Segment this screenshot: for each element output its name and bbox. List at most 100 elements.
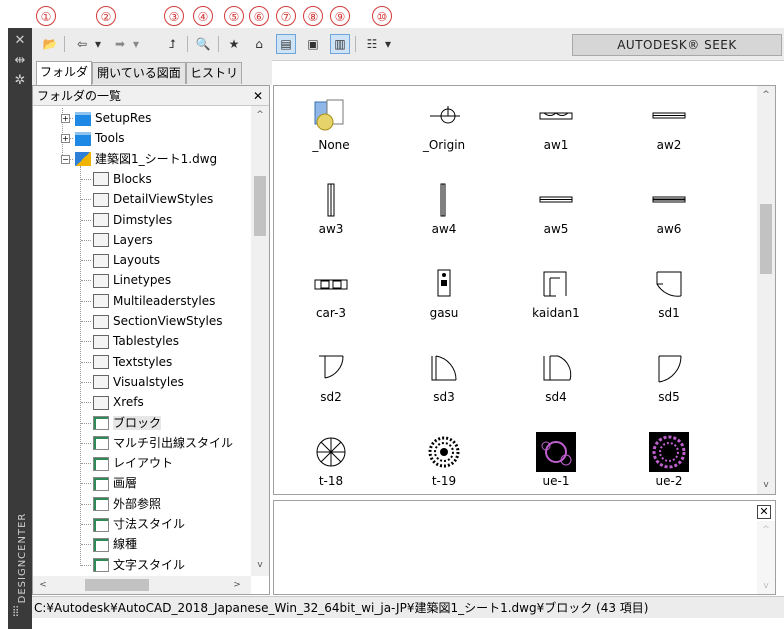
block-item[interactable]: t-19 [404, 428, 484, 508]
tree-item[interactable]: 外部参照 [81, 494, 161, 514]
properties-icon[interactable]: ✲ [8, 72, 32, 90]
tree-item[interactable]: 線種 [81, 534, 137, 554]
palette-title: DESIGNCENTER [17, 512, 28, 604]
tree-item[interactable]: Dimstyles [81, 210, 172, 230]
folder-list-header: フォルダの一覧 ✕ [33, 86, 269, 106]
block-item[interactable]: aw2 [629, 92, 709, 172]
block-item[interactable]: sd1 [629, 260, 709, 340]
block-item[interactable]: ue-2 [629, 428, 709, 508]
tree-item[interactable]: + Tools [61, 128, 125, 148]
scroll-right-icon[interactable]: > [229, 578, 245, 592]
layouts-icon [93, 253, 109, 268]
block-item[interactable]: _Origin [404, 92, 484, 172]
close-palette-icon[interactable]: ✕ [8, 32, 32, 50]
views-dropdown-icon[interactable]: ▾ [382, 34, 394, 54]
autohide-icon[interactable]: ⇹ [8, 52, 32, 70]
tree-expander-icon[interactable]: + [61, 134, 70, 144]
block-item[interactable]: t-18 [291, 428, 371, 508]
tree-item-label: Xrefs [113, 395, 144, 410]
tree-item-label: 画層 [113, 476, 138, 491]
home-icon[interactable]: ⌂ [249, 34, 269, 54]
block-item[interactable]: gasu [404, 260, 484, 340]
tree-item[interactable]: Linetypes [81, 270, 171, 290]
tree-item-label: マルチ引出線スタイル [113, 435, 234, 450]
tab-history[interactable]: ヒストリ [186, 62, 242, 84]
preview-scrollbar[interactable]: ^ v [757, 521, 775, 594]
tree-item[interactable]: Layers [81, 230, 153, 250]
tree-vertical-scrollbar[interactable]: ^ v [251, 106, 269, 576]
tree-item[interactable]: 寸法スタイル [81, 514, 185, 534]
scroll-down-icon[interactable]: v [758, 478, 774, 492]
tree-item[interactable]: − 建築図1_シート1.dwg [61, 149, 217, 169]
views-icon[interactable]: ☷ [362, 34, 382, 54]
palette-scroll-thumb[interactable] [760, 204, 772, 274]
tree-item[interactable]: ブロック [81, 413, 162, 433]
tree-item[interactable]: Multileaderstyles [81, 291, 215, 311]
tree-connector [81, 402, 91, 404]
block-item[interactable]: aw4 [404, 176, 484, 256]
block-item[interactable]: sd4 [516, 344, 596, 424]
tree-item[interactable]: Xrefs [81, 392, 144, 412]
search-icon[interactable]: 🔍 [193, 34, 213, 54]
block-item[interactable]: _None [291, 92, 371, 172]
block-item-label: sd1 [658, 306, 680, 320]
scroll-down-icon[interactable]: v [252, 558, 268, 572]
scroll-down-icon[interactable]: v [758, 579, 774, 593]
tree-item[interactable]: 画層 [81, 473, 138, 493]
back-icon[interactable]: ⇦ [72, 34, 92, 54]
none-block-icon [311, 96, 351, 136]
scroll-up-icon[interactable]: ^ [758, 523, 774, 537]
block-item[interactable]: sd5 [629, 344, 709, 424]
folder-list-title: フォルダの一覧 [37, 89, 122, 103]
block-item[interactable]: aw1 [516, 92, 596, 172]
tree-connector [81, 524, 91, 525]
favorites-icon[interactable]: ★ [224, 34, 244, 54]
tree-item[interactable]: DetailViewStyles [81, 189, 213, 209]
preview-toggle-icon[interactable]: ▣ [303, 34, 323, 54]
tree-expander-icon[interactable]: − [61, 154, 70, 164]
block-item[interactable]: aw6 [629, 176, 709, 256]
tree-item[interactable]: 文字スタイル [81, 555, 185, 575]
tab-folders[interactable]: フォルダ [36, 61, 92, 85]
block-item[interactable]: aw5 [516, 176, 596, 256]
tree-view-toggle-icon[interactable]: ▤ [276, 34, 296, 54]
tree-item[interactable]: Layouts [81, 250, 160, 270]
door-block-icon [311, 348, 351, 388]
close-preview-icon[interactable]: ✕ [757, 505, 771, 519]
load-icon[interactable]: 📂 [40, 34, 60, 54]
up-folder-icon[interactable]: ⮥ [162, 34, 182, 54]
block-item[interactable]: sd2 [291, 344, 371, 424]
forward-icon[interactable]: ➡ [110, 34, 130, 54]
scroll-up-icon[interactable]: ^ [758, 88, 774, 102]
tree-horizontal-scrollbar[interactable]: < > [33, 576, 251, 594]
scroll-left-icon[interactable]: < [35, 578, 51, 592]
block-item[interactable]: kaidan1 [516, 260, 596, 340]
tree-scroll-thumb[interactable] [254, 176, 266, 236]
tree-item[interactable]: SectionViewStyles [81, 311, 222, 331]
block-item[interactable]: sd3 [404, 344, 484, 424]
palette-vertical-scrollbar[interactable]: ^ v [757, 86, 775, 494]
scroll-up-icon[interactable]: ^ [252, 108, 268, 122]
tree-item[interactable]: Textstyles [81, 352, 172, 372]
description-toggle-icon[interactable]: ▥ [330, 34, 350, 54]
forward-dropdown-icon[interactable]: ▾ [130, 34, 142, 54]
autodesk-seek-button[interactable]: AUTODESK® SEEK [572, 34, 782, 56]
tree-item[interactable]: マルチ引出線スタイル [81, 433, 234, 453]
block-item[interactable]: ue-1 [516, 428, 596, 508]
tree-item-label: Visualstyles [113, 374, 184, 389]
block-item[interactable]: car-3 [291, 260, 371, 340]
callout-10: ⑩ [372, 6, 392, 26]
tree-item[interactable]: Visualstyles [81, 372, 184, 392]
close-tree-icon[interactable]: ✕ [253, 86, 263, 106]
block-item[interactable]: aw3 [291, 176, 371, 256]
tree-item[interactable]: レイアウト [81, 453, 173, 473]
tab-open-drawings[interactable]: 開いている図面 [92, 62, 186, 84]
back-dropdown-icon[interactable]: ▾ [92, 34, 104, 54]
tree-expander-icon[interactable]: + [61, 114, 70, 123]
tree-item[interactable]: + SetupRes [61, 108, 151, 128]
block-item-label: ue-1 [542, 474, 570, 488]
callout-1: ① [36, 6, 56, 26]
tree-item[interactable]: Blocks [81, 169, 152, 189]
tree-hscroll-thumb[interactable] [85, 579, 149, 591]
tree-item[interactable]: Tablestyles [81, 331, 179, 351]
